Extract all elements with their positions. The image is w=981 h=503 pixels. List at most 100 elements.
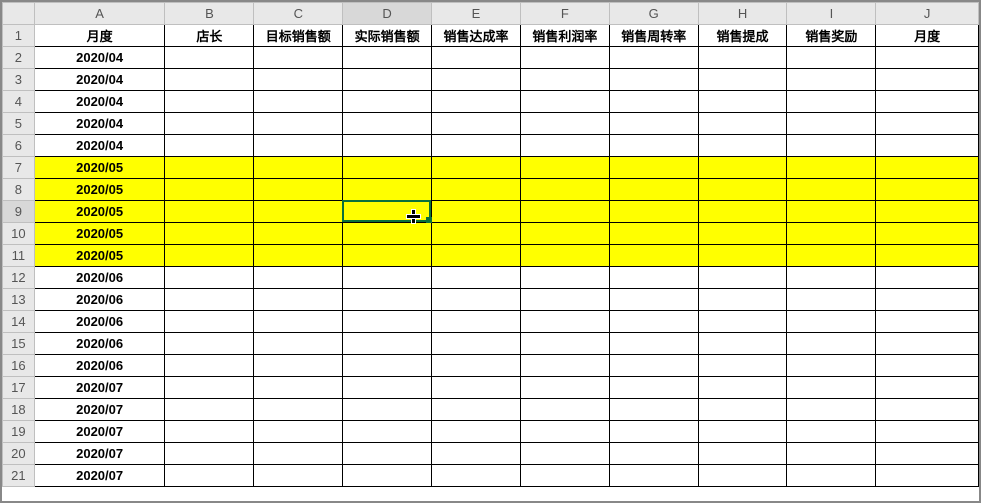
spreadsheet-grid[interactable]: ABCDEFGHIJ1月度店长目标销售额实际销售额销售达成率销售利润率销售周转率… bbox=[2, 2, 979, 487]
cell-J10[interactable] bbox=[876, 223, 979, 245]
cell-B2[interactable] bbox=[165, 47, 254, 69]
cell-B4[interactable] bbox=[165, 91, 254, 113]
cell-F9[interactable] bbox=[520, 201, 609, 223]
cell-H3[interactable] bbox=[698, 69, 787, 91]
cell-B20[interactable] bbox=[165, 443, 254, 465]
cell-G9[interactable] bbox=[609, 201, 698, 223]
cell-J7[interactable] bbox=[876, 157, 979, 179]
cell-B1[interactable]: 店长 bbox=[165, 25, 254, 47]
row-header-15[interactable]: 15 bbox=[3, 333, 35, 355]
cell-D9[interactable] bbox=[343, 201, 432, 223]
cell-C6[interactable] bbox=[254, 135, 343, 157]
cell-G10[interactable] bbox=[609, 223, 698, 245]
cell-E2[interactable] bbox=[432, 47, 521, 69]
cell-E1[interactable]: 销售达成率 bbox=[432, 25, 521, 47]
cell-J20[interactable] bbox=[876, 443, 979, 465]
col-header-A[interactable]: A bbox=[34, 3, 165, 25]
cell-C15[interactable] bbox=[254, 333, 343, 355]
cell-B14[interactable] bbox=[165, 311, 254, 333]
cell-F2[interactable] bbox=[520, 47, 609, 69]
cell-F14[interactable] bbox=[520, 311, 609, 333]
cell-H20[interactable] bbox=[698, 443, 787, 465]
cell-G15[interactable] bbox=[609, 333, 698, 355]
cell-G2[interactable] bbox=[609, 47, 698, 69]
cell-J15[interactable] bbox=[876, 333, 979, 355]
cell-G20[interactable] bbox=[609, 443, 698, 465]
cell-J1[interactable]: 月度 bbox=[876, 25, 979, 47]
cell-I17[interactable] bbox=[787, 377, 876, 399]
cell-A11[interactable]: 2020/05 bbox=[34, 245, 165, 267]
row-header-4[interactable]: 4 bbox=[3, 91, 35, 113]
cell-B15[interactable] bbox=[165, 333, 254, 355]
cell-E19[interactable] bbox=[432, 421, 521, 443]
cell-G11[interactable] bbox=[609, 245, 698, 267]
col-header-E[interactable]: E bbox=[432, 3, 521, 25]
cell-E14[interactable] bbox=[432, 311, 521, 333]
cell-B7[interactable] bbox=[165, 157, 254, 179]
row-header-7[interactable]: 7 bbox=[3, 157, 35, 179]
cell-I6[interactable] bbox=[787, 135, 876, 157]
cell-G3[interactable] bbox=[609, 69, 698, 91]
cell-E11[interactable] bbox=[432, 245, 521, 267]
cell-D20[interactable] bbox=[343, 443, 432, 465]
cell-G5[interactable] bbox=[609, 113, 698, 135]
cell-D18[interactable] bbox=[343, 399, 432, 421]
row-header-3[interactable]: 3 bbox=[3, 69, 35, 91]
cell-J14[interactable] bbox=[876, 311, 979, 333]
cell-E21[interactable] bbox=[432, 465, 521, 487]
cell-E4[interactable] bbox=[432, 91, 521, 113]
cell-H21[interactable] bbox=[698, 465, 787, 487]
row-header-14[interactable]: 14 bbox=[3, 311, 35, 333]
cell-I18[interactable] bbox=[787, 399, 876, 421]
cell-J21[interactable] bbox=[876, 465, 979, 487]
cell-G21[interactable] bbox=[609, 465, 698, 487]
cell-J19[interactable] bbox=[876, 421, 979, 443]
col-header-F[interactable]: F bbox=[520, 3, 609, 25]
cell-J4[interactable] bbox=[876, 91, 979, 113]
cell-F17[interactable] bbox=[520, 377, 609, 399]
cell-G13[interactable] bbox=[609, 289, 698, 311]
row-header-10[interactable]: 10 bbox=[3, 223, 35, 245]
col-header-G[interactable]: G bbox=[609, 3, 698, 25]
cell-C13[interactable] bbox=[254, 289, 343, 311]
cell-I4[interactable] bbox=[787, 91, 876, 113]
cell-B21[interactable] bbox=[165, 465, 254, 487]
cell-F19[interactable] bbox=[520, 421, 609, 443]
cell-A2[interactable]: 2020/04 bbox=[34, 47, 165, 69]
cell-D7[interactable] bbox=[343, 157, 432, 179]
cell-A4[interactable]: 2020/04 bbox=[34, 91, 165, 113]
cell-A1[interactable]: 月度 bbox=[34, 25, 165, 47]
row-header-21[interactable]: 21 bbox=[3, 465, 35, 487]
cell-D16[interactable] bbox=[343, 355, 432, 377]
row-header-5[interactable]: 5 bbox=[3, 113, 35, 135]
cell-D15[interactable] bbox=[343, 333, 432, 355]
cell-G7[interactable] bbox=[609, 157, 698, 179]
cell-H1[interactable]: 销售提成 bbox=[698, 25, 787, 47]
cell-C17[interactable] bbox=[254, 377, 343, 399]
cell-A18[interactable]: 2020/07 bbox=[34, 399, 165, 421]
cell-A20[interactable]: 2020/07 bbox=[34, 443, 165, 465]
cell-B11[interactable] bbox=[165, 245, 254, 267]
cell-C2[interactable] bbox=[254, 47, 343, 69]
cell-E15[interactable] bbox=[432, 333, 521, 355]
cell-H15[interactable] bbox=[698, 333, 787, 355]
cell-D14[interactable] bbox=[343, 311, 432, 333]
cell-D1[interactable]: 实际销售额 bbox=[343, 25, 432, 47]
cell-I8[interactable] bbox=[787, 179, 876, 201]
cell-B12[interactable] bbox=[165, 267, 254, 289]
cell-H18[interactable] bbox=[698, 399, 787, 421]
cell-B18[interactable] bbox=[165, 399, 254, 421]
cell-B9[interactable] bbox=[165, 201, 254, 223]
cell-F11[interactable] bbox=[520, 245, 609, 267]
cell-A19[interactable]: 2020/07 bbox=[34, 421, 165, 443]
cell-C20[interactable] bbox=[254, 443, 343, 465]
col-header-H[interactable]: H bbox=[698, 3, 787, 25]
cell-H2[interactable] bbox=[698, 47, 787, 69]
cell-D11[interactable] bbox=[343, 245, 432, 267]
cell-G17[interactable] bbox=[609, 377, 698, 399]
cell-B13[interactable] bbox=[165, 289, 254, 311]
cell-C16[interactable] bbox=[254, 355, 343, 377]
cell-I15[interactable] bbox=[787, 333, 876, 355]
cell-B10[interactable] bbox=[165, 223, 254, 245]
cell-I9[interactable] bbox=[787, 201, 876, 223]
